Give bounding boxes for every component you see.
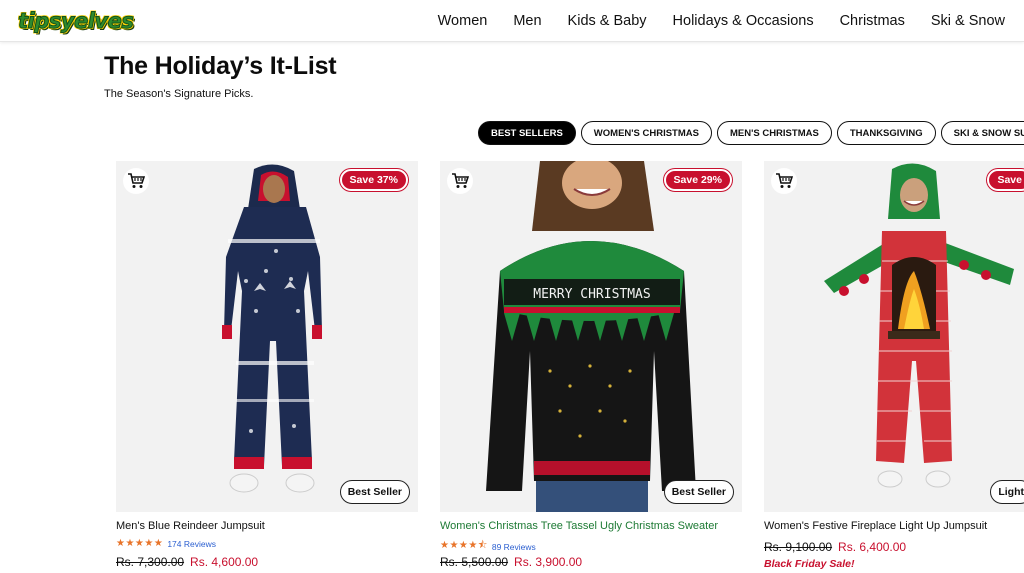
logo-text: tipsyelves <box>17 9 134 34</box>
sale-price: Rs. 6,400.00 <box>838 540 907 554</box>
nav-item-women[interactable]: Women <box>425 13 501 29</box>
tab-thanksgiving[interactable]: THANKSGIVING <box>836 121 936 145</box>
reviews-link[interactable]: 174 Reviews <box>167 539 216 549</box>
original-price: Rs. 7,300.00 <box>116 555 185 569</box>
price-row: Rs. 5,500.00 Rs. 3,900.00 <box>440 555 582 569</box>
nav-item-ski-snow[interactable]: Ski & Snow <box>918 13 1018 29</box>
category-tabs: BEST SELLERS WOMEN'S CHRISTMAS MEN'S CHR… <box>478 121 1024 145</box>
promo-label: Black Friday Sale! <box>764 558 855 570</box>
sale-price: Rs. 4,600.00 <box>190 555 259 569</box>
product-image[interactable]: Save 37% Best Seller <box>116 161 418 512</box>
product-rating: ★★★★★ 174 Reviews <box>116 538 216 549</box>
product-card[interactable]: MERRY CHRISTMAS Save 29% Best Seller Wom… <box>440 161 742 569</box>
save-badge: Save 29% <box>663 169 732 191</box>
product-card[interactable]: Save Light Women's Festive Fireplace Lig… <box>764 161 1024 570</box>
star-rating: ★★★★★ <box>116 538 164 549</box>
best-seller-badge: Best Seller <box>663 480 734 504</box>
nav-item-christmas[interactable]: Christmas <box>827 13 918 29</box>
cart-icon <box>128 173 145 188</box>
price-row: Rs. 7,300.00 Rs. 4,600.00 <box>116 555 258 569</box>
section-title: The Holiday’s It-List <box>104 52 337 80</box>
main-nav: Women Men Kids & Baby Holidays & Occasio… <box>425 0 1018 42</box>
tab-best-sellers[interactable]: BEST SELLERS <box>478 121 576 145</box>
cart-icon <box>452 173 469 188</box>
product-name[interactable]: Women's Christmas Tree Tassel Ugly Chris… <box>440 520 718 532</box>
star-rating: ★★★★⯪ <box>440 540 488 551</box>
add-to-cart-button[interactable] <box>771 168 797 194</box>
product-photo-reindeer-jumpsuit <box>222 164 322 493</box>
save-badge: Save 37% <box>339 169 408 191</box>
add-to-cart-button[interactable] <box>447 168 473 194</box>
original-price: Rs. 9,100.00 <box>764 540 833 554</box>
add-to-cart-button[interactable] <box>123 168 149 194</box>
product-photo-tassel-sweater: MERRY CHRISTMAS <box>486 161 696 512</box>
product-photo-fireplace-jumpsuit <box>824 163 1014 488</box>
product-name[interactable]: Women's Festive Fireplace Light Up Jumps… <box>764 520 987 532</box>
site-header: tipsyelves Women Men Kids & Baby Holiday… <box>0 0 1024 42</box>
tab-mens-christmas[interactable]: MEN'S CHRISTMAS <box>716 121 832 145</box>
section-subtitle: The Season's Signature Picks. <box>104 88 254 100</box>
product-rating: ★★★★⯪ 89 Reviews <box>440 538 536 555</box>
original-price: Rs. 5,500.00 <box>440 555 509 569</box>
nav-item-holidays-occasions[interactable]: Holidays & Occasions <box>660 13 827 29</box>
nav-item-men[interactable]: Men <box>500 13 554 29</box>
product-card[interactable]: Save 37% Best Seller Men's Blue Reindeer… <box>116 161 418 569</box>
sale-price: Rs. 3,900.00 <box>514 555 583 569</box>
price-row: Rs. 9,100.00 Rs. 6,400.00 <box>764 540 906 554</box>
product-image[interactable]: MERRY CHRISTMAS Save 29% Best Seller <box>440 161 742 512</box>
tab-ski-snow-suits[interactable]: SKI & SNOW SUITS <box>940 121 1024 145</box>
product-image[interactable]: Save Light <box>764 161 1024 512</box>
best-seller-badge: Best Seller <box>339 480 410 504</box>
nav-item-kids-baby[interactable]: Kids & Baby <box>555 13 660 29</box>
sweater-print-text: MERRY CHRISTMAS <box>533 287 650 302</box>
tab-womens-christmas[interactable]: WOMEN'S CHRISTMAS <box>580 121 712 145</box>
product-name[interactable]: Men's Blue Reindeer Jumpsuit <box>116 520 265 532</box>
logo[interactable]: tipsyelves <box>17 8 134 34</box>
cart-icon <box>776 173 793 188</box>
save-badge: Save <box>987 169 1024 191</box>
reviews-link[interactable]: 89 Reviews <box>492 542 536 552</box>
light-up-badge: Light <box>990 480 1024 504</box>
